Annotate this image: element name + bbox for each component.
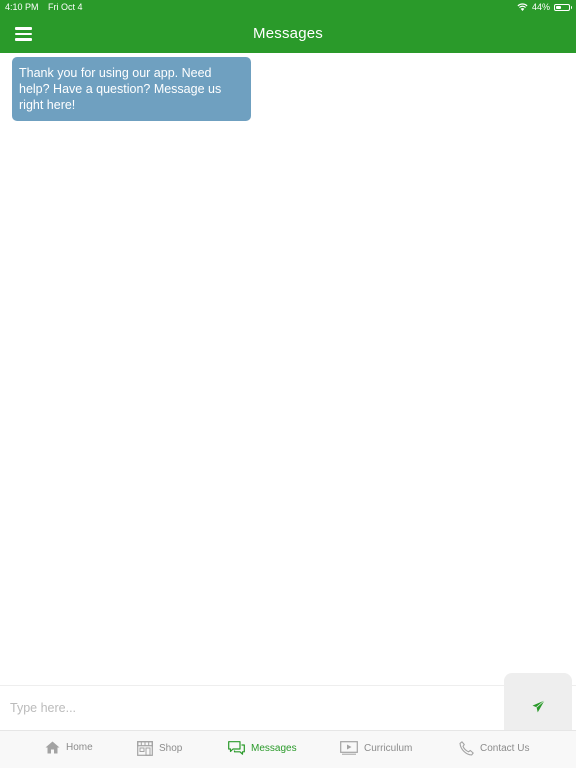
tab-messages-label: Messages	[251, 742, 297, 754]
tab-bar: Home Shop Messages Curriculum Contact Us	[0, 730, 576, 768]
nav-bar: Messages	[0, 15, 576, 53]
send-icon	[532, 700, 545, 713]
battery-level	[556, 5, 562, 9]
status-time: 4:10 PM	[5, 2, 39, 12]
status-indicators: 44%	[517, 2, 572, 12]
phone-icon	[459, 741, 474, 756]
tab-shop[interactable]: Shop	[137, 741, 182, 756]
tab-contact-us[interactable]: Contact Us	[459, 741, 529, 756]
wifi-icon	[517, 3, 528, 11]
tab-home-label: Home	[66, 742, 93, 753]
page-title: Messages	[253, 25, 323, 42]
battery-tip	[570, 5, 572, 9]
tab-messages[interactable]: Messages	[228, 741, 297, 755]
message-bubble: Thank you for using our app. Need help? …	[12, 57, 251, 121]
tab-curriculum-label: Curriculum	[364, 742, 413, 754]
message-input-bar	[0, 673, 576, 730]
video-icon	[340, 741, 358, 755]
battery-percent: 44%	[531, 2, 550, 12]
status-bar: 4:10 PM Fri Oct 4 44%	[0, 0, 576, 15]
message-input[interactable]	[0, 686, 502, 730]
app: 4:10 PM Fri Oct 4 44% Messages Thank you…	[0, 0, 576, 768]
shop-icon	[137, 741, 153, 756]
tab-contact-us-label: Contact Us	[480, 743, 530, 754]
battery-icon	[554, 3, 572, 11]
message-list[interactable]: Thank you for using our app. Need help? …	[0, 53, 576, 685]
send-button[interactable]	[504, 673, 572, 730]
home-icon	[45, 741, 60, 754]
tab-curriculum[interactable]: Curriculum	[340, 741, 412, 755]
status-date: Fri Oct 4	[48, 2, 83, 12]
tab-home[interactable]: Home	[45, 741, 93, 754]
messages-icon	[228, 741, 245, 755]
tab-shop-label: Shop	[159, 743, 183, 754]
